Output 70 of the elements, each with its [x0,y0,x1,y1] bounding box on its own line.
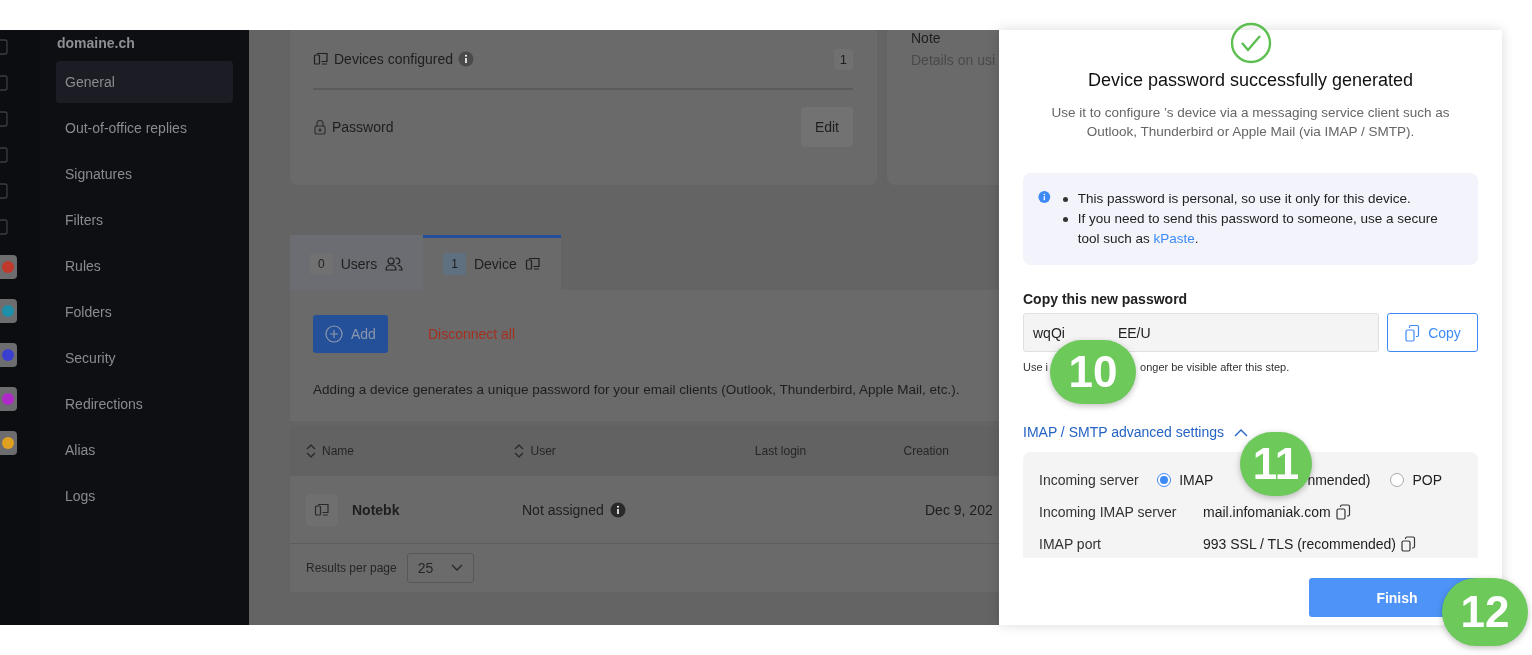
dialog-subtitle: Use it to configure ’s device via a messaging service client such as Outlook, Thunderbird or Apple Mail (via IMAP / SMTP). [1050,104,1451,141]
copy-icon[interactable] [1400,536,1416,552]
sort-icon[interactable] [514,443,525,459]
hint-text: Use i [1023,361,1049,373]
devices-label: Devices configured [334,51,454,67]
sidebar-item[interactable]: Security [56,337,233,379]
edit-button[interactable]: Edit [800,107,853,147]
device-name[interactable]: Notebk [352,501,400,518]
tab-label: Users [340,256,378,272]
setting-value: 993 SSL / TLS (recommended) [1203,536,1396,552]
tab[interactable]: 1 Device [423,235,561,290]
sidebar-item[interactable]: Signatures [56,153,233,195]
step-callout-tooltip: 12 [1442,578,1528,646]
password-label: Copy this new password [1023,291,1189,307]
sidebar-item[interactable]: Redirections [56,383,233,425]
copy-button[interactable]: Copy [1387,313,1478,352]
table-cell: Not assigned [522,501,604,518]
results-per-page-label: Results per page [306,561,397,575]
description-text: Adding a device generates a unique password for your email clients (Outlook, Thunderbird, Apple Mail, etc.). [313,382,960,397]
sidebar-item[interactable]: Rules [56,245,233,287]
chevron-up-icon [1234,427,1249,437]
column-header[interactable]: Last login [754,444,807,458]
kpaste-link[interactable]: kPaste [1153,231,1195,246]
sidebar-item[interactable]: Logs [56,475,233,517]
devices-count: 1 [833,48,853,70]
page-size-select[interactable]: 25 [406,553,475,583]
notice-text: If you need to send this password to someone, use a secure tool such as kPaste. [1077,210,1439,248]
sort-icon[interactable] [306,443,316,459]
column-header[interactable]: Creation [903,444,949,458]
tab-count: 1 [443,253,466,275]
tab-count: 0 [310,253,333,275]
radio-label[interactable]: POP [1412,472,1442,488]
copy-icon[interactable] [1334,504,1351,520]
copy-icon [1404,323,1421,342]
note-title: Note [911,30,942,46]
radio-button[interactable] [1390,473,1405,487]
device-icon [524,256,541,272]
lock-icon [313,119,327,135]
password-field[interactable]: wqQi EE/U [1023,313,1379,352]
setting-label: Incoming server [1039,472,1140,488]
tab-label: Device [473,256,517,272]
device-icon [314,501,330,518]
sidebar-item[interactable]: Alias [56,429,233,471]
radio-label[interactable]: IMAP [1179,472,1214,488]
column-header[interactable]: User [530,444,556,458]
tab[interactable]: 0 Users [290,235,424,290]
table-cell: Dec 9, 202 [925,501,993,518]
plus-icon [325,325,343,343]
domain-name: domaine.ch [57,35,136,51]
device-icon [313,51,329,67]
sidebar-item[interactable]: Folders [56,291,233,333]
check-circle-icon [1229,22,1272,64]
setting-label: IMAP port [1039,536,1102,552]
setting-label: Incoming IMAP server [1039,504,1178,520]
notice-text: This password is personal, so use it only for this device. [1077,190,1411,208]
sidebar-item[interactable]: Out-of-office replies [56,107,233,149]
dialog-title: Device password successfully generated [1086,70,1415,91]
info-icon [609,501,626,518]
info-icon [458,51,475,67]
info-icon [1038,189,1051,205]
sidebar-item[interactable]: General [56,61,233,103]
users-icon [385,256,404,272]
setting-value: mail.infomaniak.com [1203,504,1331,520]
sidebar-item[interactable]: Filters [56,199,233,241]
hint-text: onger be visible after this step. [1140,361,1290,373]
add-button[interactable]: Add [313,315,388,353]
password-label: Password [332,119,394,135]
column-header[interactable]: Name [322,444,354,458]
radio-button[interactable] [1157,473,1172,487]
chevron-down-icon [451,564,464,572]
